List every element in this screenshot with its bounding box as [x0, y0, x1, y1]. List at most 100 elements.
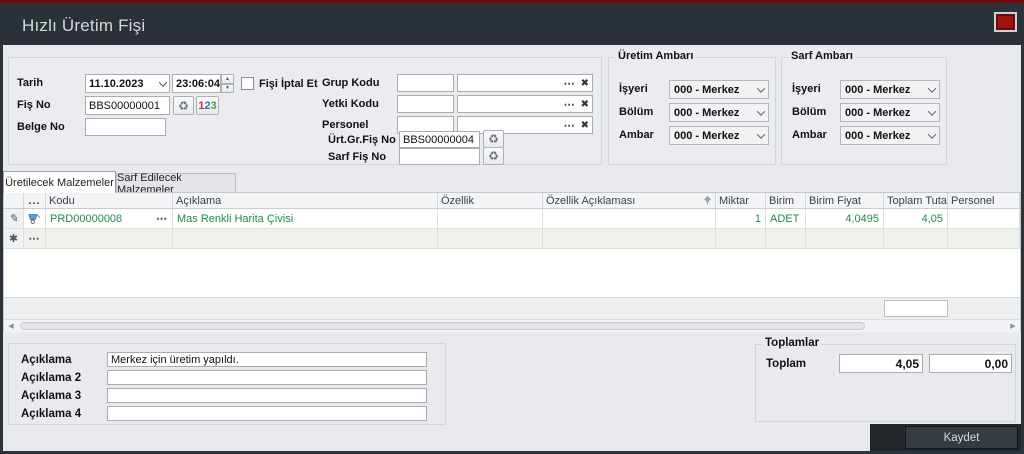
spin-up-icon[interactable]: ▲: [221, 74, 234, 84]
cell-aciklama[interactable]: [173, 229, 438, 249]
table-row[interactable]: ✎ PRD00000008 ⋯ Mas Renkli Harita Çivisi…: [4, 209, 1020, 229]
material-type-icon: [24, 209, 46, 229]
chevron-down-icon: [756, 83, 766, 93]
yetki-kodu-desc-input[interactable]: ⋯ ✖: [457, 95, 593, 113]
grup-kodu-desc-input[interactable]: ⋯ ✖: [457, 74, 593, 92]
cell-aciklama[interactable]: Mas Renkli Harita Çivisi: [173, 209, 438, 229]
grup-kodu-code-input[interactable]: [397, 74, 454, 92]
aciklama3-input[interactable]: [107, 388, 427, 403]
cell-kodu[interactable]: PRD00000008 ⋯: [46, 209, 173, 229]
aciklama-input[interactable]: Merkez için üretim yapıldı.: [107, 352, 427, 367]
chevron-down-icon[interactable]: [158, 77, 168, 87]
sarf-isyeri-select[interactable]: 000 - Merkez: [840, 80, 940, 99]
cell-miktar[interactable]: [716, 229, 766, 249]
cell-birim[interactable]: ADET: [766, 209, 806, 229]
yetki-kodu-code-input[interactable]: [397, 95, 454, 113]
numbering-123-icon[interactable]: 123: [196, 96, 219, 115]
spin-down-icon[interactable]: ▼: [221, 83, 234, 93]
cell-ozellik[interactable]: [438, 229, 543, 249]
cell-birim-fiyat[interactable]: 4,0495: [806, 209, 884, 229]
recycle-icon[interactable]: ♻: [483, 147, 504, 165]
chevron-down-icon: [756, 129, 766, 139]
cell-dots[interactable]: ⋯: [24, 229, 46, 249]
toplamlar-group: Toplamlar Toplam 4,05 0,00: [755, 337, 1016, 422]
tarih-date-input[interactable]: 11.10.2023: [85, 74, 170, 93]
cell-toplam-tutar[interactable]: [884, 229, 948, 249]
grup-kodu-label: Grup Kodu: [322, 77, 380, 89]
scrollbar-thumb[interactable]: [20, 322, 865, 330]
clear-icon[interactable]: ✖: [581, 99, 589, 110]
cell-kodu[interactable]: [46, 229, 173, 249]
lookup-dots-icon[interactable]: ⋯: [564, 77, 576, 90]
uretim-isyeri-label: İşyeri: [619, 83, 648, 95]
col-dots[interactable]: ...: [24, 193, 46, 209]
lookup-dots-icon[interactable]: ⋯: [564, 98, 576, 111]
fisi-iptal-checkbox[interactable]: [241, 77, 254, 90]
fisi-iptal-label: Fişi İptal Et: [259, 78, 318, 90]
uretim-isyeri-select[interactable]: 000 - Merkez: [669, 80, 769, 99]
header-form-panel: Tarih 11.10.2023 23:06:04 ▲ ▼ Fişi İptal…: [8, 57, 602, 165]
col-ozellik-aciklamasi[interactable]: Özellik Açıklaması: [543, 193, 716, 209]
clear-icon[interactable]: ✖: [581, 78, 589, 89]
lookup-dots-icon[interactable]: ⋯: [564, 119, 576, 132]
chevron-down-icon: [927, 106, 937, 116]
cell-ozellik[interactable]: [438, 209, 543, 229]
col-miktar[interactable]: Miktar: [716, 193, 766, 209]
materials-grid: ... Kodu Açıklama Özellik Özellik Açıkla…: [3, 192, 1021, 332]
col-aciklama[interactable]: Açıklama: [173, 193, 438, 209]
uretim-ambar-label: Ambar: [619, 129, 654, 141]
grid-header-row: ... Kodu Açıklama Özellik Özellik Açıkla…: [4, 193, 1020, 209]
sarf-fis-no-input[interactable]: [399, 148, 480, 165]
tarih-time-input[interactable]: 23:06:04: [172, 74, 221, 93]
chevron-down-icon: [927, 83, 937, 93]
cell-ozellik-aciklamasi[interactable]: [543, 209, 716, 229]
col-kodu[interactable]: Kodu: [46, 193, 173, 209]
col-birim-fiyat[interactable]: Birim Fiyat: [806, 193, 884, 209]
cell-birim[interactable]: [766, 229, 806, 249]
fis-no-input[interactable]: BBS00000001: [85, 96, 170, 115]
recycle-icon[interactable]: ♻: [173, 96, 194, 115]
cell-ozellik-aciklamasi[interactable]: [543, 229, 716, 249]
tab-uretilecek-malzemeler[interactable]: Üretilecek Malzemeler: [3, 171, 116, 193]
uretim-bolum-select[interactable]: 000 - Merkez: [669, 103, 769, 122]
aciklama2-input[interactable]: [107, 370, 427, 385]
cell-toplam-tutar[interactable]: 4,05: [884, 209, 948, 229]
close-icon[interactable]: [994, 12, 1017, 32]
tab-sarf-edilecek-malzemeler[interactable]: Sarf Edilecek Malzemeler: [116, 172, 236, 196]
sarf-fis-no-label: Sarf Fiş No: [328, 151, 387, 163]
col-personel[interactable]: Personel: [948, 193, 1020, 209]
belge-no-label: Belge No: [17, 121, 65, 133]
col-toplam-tutar[interactable]: Toplam Tutar: [884, 193, 948, 209]
toplam-value-2[interactable]: 0,00: [929, 354, 1012, 373]
cell-birim-fiyat[interactable]: [806, 229, 884, 249]
toplam-label: Toplam: [766, 358, 807, 370]
sarf-bolum-select[interactable]: 000 - Merkez: [840, 103, 940, 122]
horizontal-scrollbar[interactable]: ◀ ▶: [4, 319, 1020, 332]
recycle-icon[interactable]: ♻: [483, 130, 504, 148]
table-new-row[interactable]: ✱ ⋯: [4, 229, 1020, 249]
scroll-right-icon[interactable]: ▶: [1006, 320, 1020, 332]
sarf-isyeri-label: İşyeri: [792, 83, 821, 95]
toplam-value-1[interactable]: 4,05: [839, 354, 923, 373]
aciklama4-input[interactable]: [107, 406, 427, 421]
clear-icon[interactable]: ✖: [581, 120, 589, 131]
uretim-ambar-select[interactable]: 000 - Merkez: [669, 126, 769, 145]
scroll-left-icon[interactable]: ◀: [4, 320, 18, 332]
urt-gr-fis-no-input[interactable]: BBS00000004: [399, 131, 480, 148]
lookup-dots-icon[interactable]: ⋯: [156, 212, 168, 225]
cell-personel[interactable]: [948, 209, 1020, 229]
aciklama-group: Açıklama Merkez için üretim yapıldı. Açı…: [8, 343, 446, 425]
cell-personel[interactable]: [948, 229, 1020, 249]
cell-miktar[interactable]: 1: [716, 209, 766, 229]
col-birim[interactable]: Birim: [766, 193, 806, 209]
col-ozellik[interactable]: Özellik: [438, 193, 543, 209]
chevron-down-icon: [927, 129, 937, 139]
sarf-ambar-select[interactable]: 000 - Merkez: [840, 126, 940, 145]
time-spinner[interactable]: ▲ ▼: [221, 74, 234, 93]
belge-no-input[interactable]: [85, 118, 166, 136]
quick-production-slip-window: Hızlı Üretim Fişi Tarih 11.10.2023 23:06…: [0, 0, 1024, 454]
summary-total-box[interactable]: [884, 300, 948, 317]
yetki-kodu-label: Yetki Kodu: [322, 98, 379, 110]
grid-empty-area: [4, 249, 1020, 297]
kaydet-button[interactable]: Kaydet: [905, 426, 1018, 449]
